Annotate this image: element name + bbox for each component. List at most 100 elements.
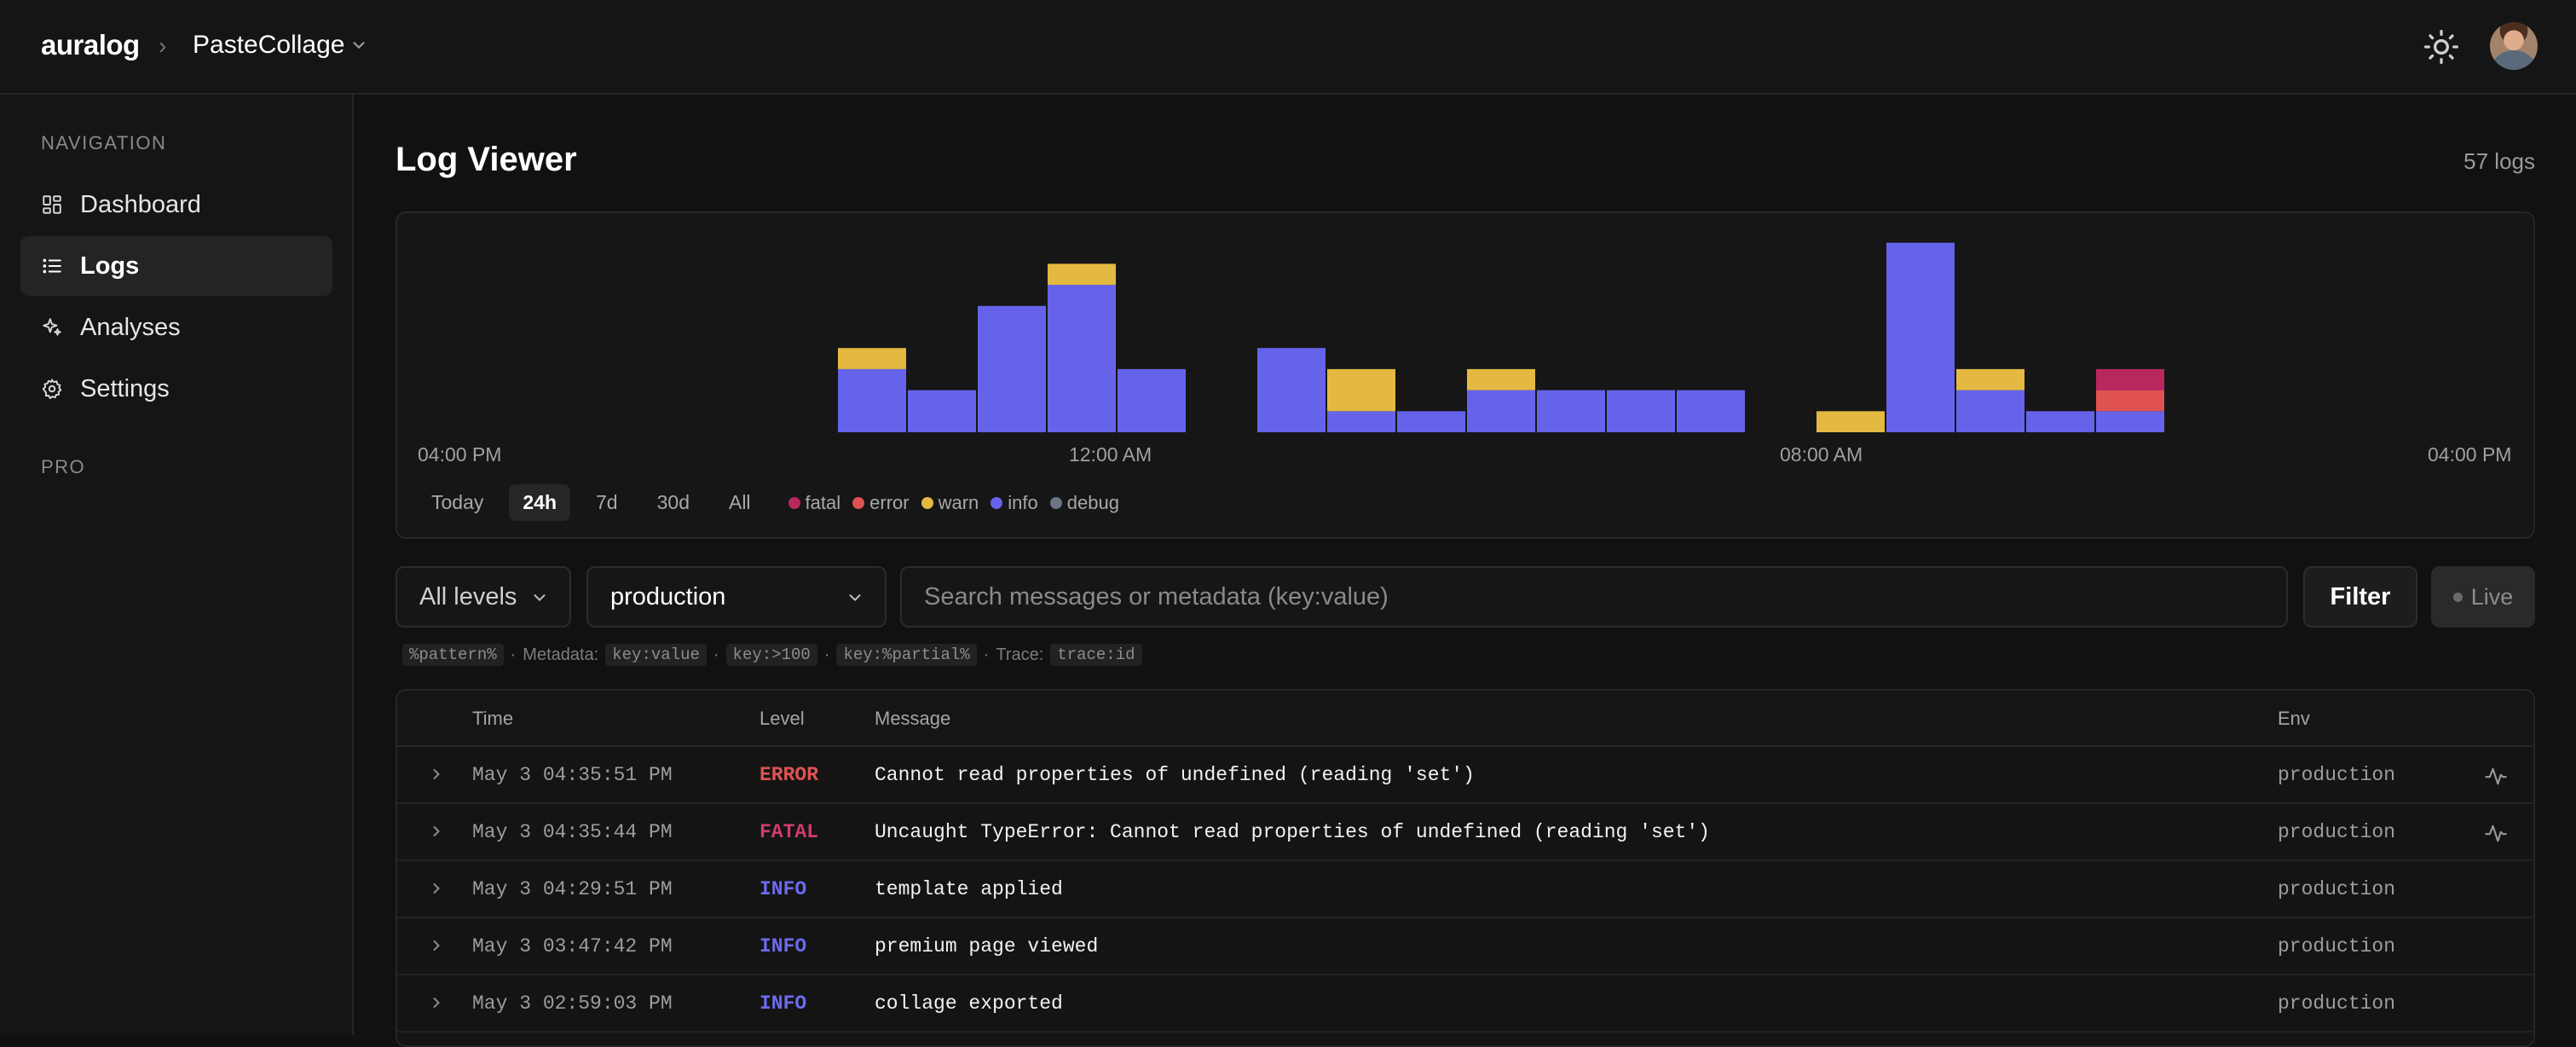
chevron-right-icon[interactable] <box>428 994 445 1011</box>
sidebar-item-dashboard[interactable]: Dashboard <box>20 175 332 234</box>
chevron-right-icon[interactable] <box>428 880 445 897</box>
row-env: production <box>2278 992 2396 1015</box>
column-header-env[interactable]: Env <box>2278 708 2310 730</box>
column-header-time[interactable]: Time <box>472 708 513 730</box>
table-row[interactable]: May 3 04:29:51 PM INFO template applied pro… <box>397 861 2533 918</box>
search-input[interactable] <box>924 582 2271 611</box>
row-env: production <box>2278 764 2396 786</box>
bar-info[interactable] <box>2096 411 2164 432</box>
bar-warn[interactable] <box>1956 368 2024 390</box>
legend-item-debug: debug <box>1049 492 1119 514</box>
table-row[interactable]: May 3 04:35:51 PM ERROR Cannot read proper… <box>397 747 2533 804</box>
sidebar-item-label: Settings <box>80 374 170 402</box>
bar-info[interactable] <box>1257 348 1326 432</box>
hint-separator: · <box>983 645 990 664</box>
activity-trace-icon[interactable] <box>2484 764 2508 788</box>
bar-info[interactable] <box>978 305 1046 432</box>
live-label: Live <box>2470 583 2514 610</box>
bar-info[interactable] <box>1467 390 1535 432</box>
legend-label: error <box>869 491 910 513</box>
bar-info[interactable] <box>1397 411 1465 432</box>
row-time: May 3 02:59:03 PM <box>472 992 673 1015</box>
sidebar-item-settings[interactable]: Settings <box>20 359 332 419</box>
range-30d-button[interactable]: 30d <box>644 484 703 521</box>
page-title: Log Viewer <box>396 141 577 178</box>
sidebar-item-logs[interactable]: Logs <box>20 236 332 296</box>
bar-info[interactable] <box>2026 411 2094 432</box>
bar-info[interactable] <box>908 390 976 432</box>
range-all-button[interactable]: All <box>715 484 765 521</box>
bar-info[interactable] <box>1048 285 1116 432</box>
range-24h-button[interactable]: 24h <box>509 484 571 521</box>
chevron-down-icon <box>849 594 861 602</box>
row-level: INFO <box>760 935 807 957</box>
log-count: 57 logs <box>2463 148 2535 174</box>
row-message: premium page viewed <box>875 935 1099 957</box>
table-header: Time Level Message Env <box>397 691 2533 747</box>
row-env: production <box>2278 878 2396 900</box>
bar-fatal[interactable] <box>2096 368 2164 390</box>
table-row[interactable]: May 3 02:59:03 PM INFO collage exported pro… <box>397 975 2533 1033</box>
filter-button[interactable]: Filter <box>2303 566 2417 628</box>
range-7d-button[interactable]: 7d <box>582 484 632 521</box>
grid-icon <box>43 195 61 214</box>
log-table: Time Level Message Env May 3 04:35:51 PM… <box>396 689 2535 1047</box>
live-toggle-button[interactable]: Live <box>2431 566 2535 628</box>
bar-warn[interactable] <box>838 348 906 369</box>
legend-label: warn <box>938 491 979 513</box>
chart-legend: fatal error warn info debug <box>788 492 1119 514</box>
sparkle-icon <box>43 318 61 336</box>
chevron-down-icon[interactable] <box>349 36 368 55</box>
env-select[interactable]: production <box>586 566 887 628</box>
level-select[interactable]: All levels <box>396 566 571 628</box>
hint-gt: key:>100 <box>725 644 817 666</box>
bar-warn[interactable] <box>1327 368 1395 412</box>
bar-warn[interactable] <box>1467 368 1535 390</box>
hint-metadata-label: Metadata: <box>523 645 599 664</box>
chevron-right-icon[interactable] <box>428 823 445 840</box>
range-today-button[interactable]: Today <box>418 484 497 521</box>
chevron-right-icon[interactable] <box>428 766 445 783</box>
bar-info[interactable] <box>1327 411 1395 432</box>
x-tick-label: 12:00 AM <box>1069 443 1152 466</box>
avatar[interactable] <box>2490 22 2538 70</box>
project-switcher[interactable]: PasteCollage <box>193 31 344 60</box>
bar-info[interactable] <box>1956 390 2024 432</box>
bar-info[interactable] <box>1537 390 1605 432</box>
legend-item-warn: warn <box>921 492 979 514</box>
row-message: template applied <box>875 878 1063 900</box>
hint-separator: · <box>823 645 830 664</box>
row-level: INFO <box>760 878 807 900</box>
row-time: May 3 04:29:51 PM <box>472 878 673 900</box>
sun-icon[interactable] <box>2423 28 2460 66</box>
brand-logo[interactable]: auralog <box>41 29 140 61</box>
top-bar: auralog › PasteCollage <box>0 0 2576 95</box>
hint-trace-label: Trace: <box>996 645 1044 664</box>
sidebar-item-label: Analyses <box>80 313 181 341</box>
legend-dot <box>921 496 933 509</box>
sidebar-item-analyses[interactable]: Analyses <box>20 298 332 357</box>
bar-error[interactable] <box>2096 390 2164 412</box>
row-time: May 3 03:47:42 PM <box>472 935 673 957</box>
breadcrumb-chevron-icon: › <box>159 32 167 59</box>
table-row[interactable]: May 3 03:47:42 PM INFO premium page viewed… <box>397 918 2533 975</box>
table-row[interactable]: May 3 04:35:44 PM FATAL Uncaught TypeError… <box>397 804 2533 861</box>
legend-item-error: error <box>852 491 910 514</box>
row-time: May 3 04:35:44 PM <box>472 821 673 843</box>
column-header-message[interactable]: Message <box>875 708 950 730</box>
chevron-right-icon[interactable] <box>428 937 445 954</box>
bar-info[interactable] <box>1118 368 1186 432</box>
legend-dot <box>852 496 865 509</box>
sidebar-item-label: Dashboard <box>80 190 201 218</box>
bar-info[interactable] <box>1677 390 1745 432</box>
bar-info[interactable] <box>838 368 906 432</box>
activity-trace-icon[interactable] <box>2484 821 2508 845</box>
bar-info[interactable] <box>1607 390 1675 432</box>
gear-icon <box>42 378 62 400</box>
column-header-level[interactable]: Level <box>760 708 805 730</box>
bar-warn[interactable] <box>1816 411 1885 432</box>
bar-warn[interactable] <box>1048 263 1116 286</box>
row-time: May 3 04:35:51 PM <box>472 764 673 786</box>
bar-info[interactable] <box>1886 242 1955 432</box>
hint-partial: key:%partial% <box>836 644 977 666</box>
